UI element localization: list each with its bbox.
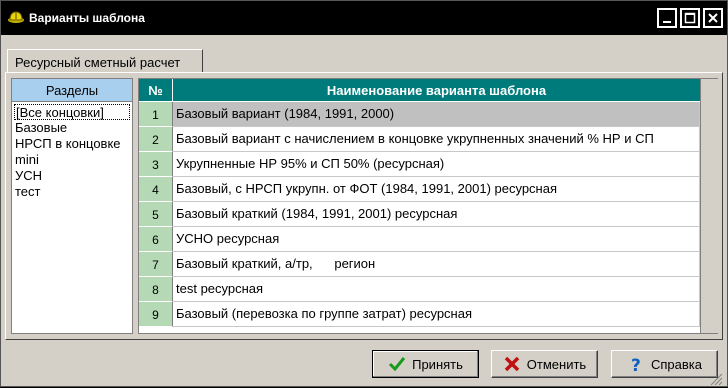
checkmark-icon [388, 355, 406, 373]
resize-grip-icon[interactable] [709, 373, 723, 386]
close-button[interactable] [703, 8, 723, 28]
column-header-number[interactable]: № [139, 79, 173, 102]
section-item[interactable]: mini [14, 152, 132, 168]
row-number: 9 [139, 302, 173, 327]
template-variants-grid: № Наименование варианта шаблона 1 Базовы… [138, 78, 701, 334]
variant-name[interactable]: УСНО ресурсная [173, 227, 700, 252]
variant-name[interactable]: Базовый краткий (1984, 1991, 2001) ресур… [173, 202, 700, 227]
sections-list: [Все концовки] Базовые НРСП в концовке m… [12, 102, 132, 200]
question-mark-icon: ? [627, 355, 645, 376]
row-number: 1 [139, 102, 173, 127]
help-button[interactable]: ? Справка [611, 350, 718, 378]
table-row[interactable]: 7 Базовый краткий, а/тр, регион [139, 252, 700, 277]
ok-button[interactable]: Принять [372, 350, 479, 378]
minimize-icon [663, 21, 671, 23]
row-number: 4 [139, 177, 173, 202]
table-row[interactable]: 6 УСНО ресурсная [139, 227, 700, 252]
row-number: 3 [139, 152, 173, 177]
table-row[interactable]: 9 Базовый (перевозка по группе затрат) р… [139, 302, 700, 327]
app-hardhat-icon [7, 10, 25, 26]
ok-button-label: Принять [412, 356, 463, 372]
table-row[interactable]: 2 Базовый вариант с начислением в концов… [139, 127, 700, 152]
help-button-label: Справка [651, 356, 702, 372]
row-number: 5 [139, 202, 173, 227]
row-number: 8 [139, 277, 173, 302]
maximize-button[interactable] [680, 8, 700, 28]
sections-panel: Разделы [Все концовки] Базовые НРСП в ко… [11, 78, 133, 334]
sections-header: Разделы [12, 79, 132, 102]
section-item[interactable]: тест [14, 184, 132, 200]
cancel-button-label: Отменить [526, 356, 587, 372]
section-item[interactable]: Базовые [14, 120, 132, 136]
table-row[interactable]: 1 Базовый вариант (1984, 1991, 2000) [139, 102, 700, 127]
button-bar: Принять Отменить ? Справка [5, 343, 723, 383]
table-row[interactable]: 8 test ресурсная [139, 277, 700, 302]
column-header-name[interactable]: Наименование варианта шаблона [173, 79, 700, 102]
minimize-button[interactable] [657, 8, 677, 28]
table-row[interactable]: 5 Базовый краткий (1984, 1991, 2001) рес… [139, 202, 700, 227]
row-number: 6 [139, 227, 173, 252]
table-row[interactable]: 3 Укрупненные НР 95% и СП 50% (ресурсная… [139, 152, 700, 177]
tab-resource-estimate[interactable]: Ресурсный сметный расчет [7, 49, 203, 73]
section-item[interactable]: УСН [14, 168, 132, 184]
window-title: Варианты шаблона [29, 11, 145, 25]
table-row[interactable]: 4 Базовый, с НРСП укрупн. от ФОТ (1984, … [139, 177, 700, 202]
variant-name[interactable]: Базовый краткий, а/тр, регион [173, 252, 700, 277]
section-item[interactable]: НРСП в концовке [14, 136, 132, 152]
templates-dialog: Варианты шаблона Ресурсный сметный расче… [0, 0, 728, 387]
row-number: 2 [139, 127, 173, 152]
grid-header: № Наименование варианта шаблона [139, 79, 700, 102]
section-item[interactable]: [Все концовки] [14, 104, 130, 120]
grid-scrollbar[interactable] [701, 78, 718, 334]
variant-name[interactable]: test ресурсная [173, 277, 700, 302]
variant-name[interactable]: Базовый вариант (1984, 1991, 2000) [173, 102, 700, 127]
cancel-button[interactable]: Отменить [491, 350, 598, 378]
close-icon [708, 13, 718, 23]
row-number: 7 [139, 252, 173, 277]
variant-name[interactable]: Базовый (перевозка по группе затрат) рес… [173, 302, 700, 327]
cross-icon [503, 355, 521, 373]
maximize-icon [684, 12, 696, 24]
variant-name[interactable]: Базовый, с НРСП укрупн. от ФОТ (1984, 19… [173, 177, 700, 202]
variant-name[interactable]: Базовый вариант с начислением в концовке… [173, 127, 700, 152]
svg-text:?: ? [631, 356, 641, 373]
variant-name[interactable]: Укрупненные НР 95% и СП 50% (ресурсная) [173, 152, 700, 177]
title-bar[interactable]: Варианты шаблона [1, 1, 727, 35]
